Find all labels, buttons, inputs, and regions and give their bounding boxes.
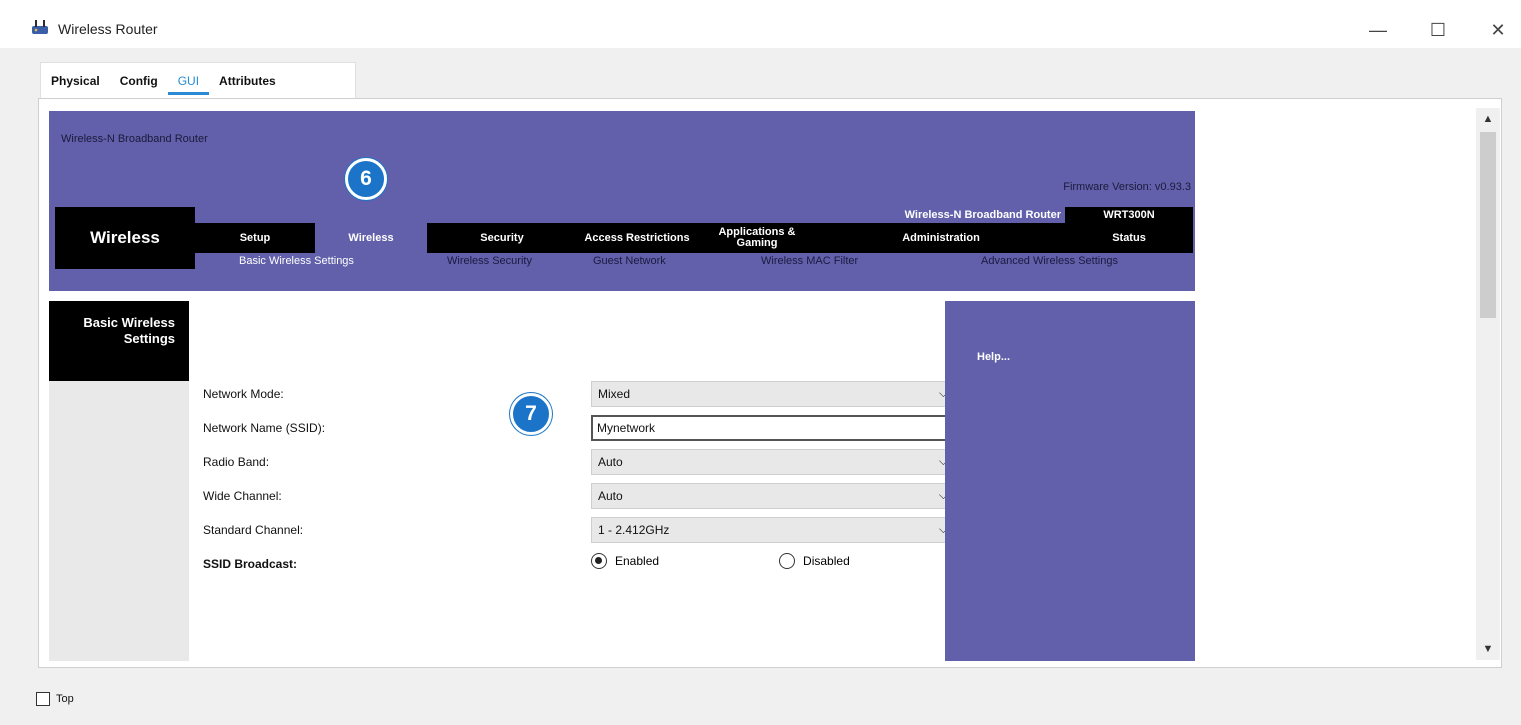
network-mode-select[interactable]: Mixed ⌵ xyxy=(591,381,957,407)
top-checkbox-control[interactable]: Top xyxy=(36,692,74,706)
submenu-basic-wireless-settings[interactable]: Basic Wireless Settings xyxy=(239,253,354,269)
top-checkbox-label: Top xyxy=(56,693,74,705)
wide-channel-select[interactable]: Auto ⌵ xyxy=(591,483,957,509)
network-mode-label: Network Mode: xyxy=(203,387,284,401)
ssid-row: Network Name (SSID): xyxy=(203,413,957,443)
tab-attributes[interactable]: Attributes xyxy=(209,63,286,99)
minimize-icon: — xyxy=(1369,19,1387,40)
title-bar: Wireless Router — ☐ ✕ xyxy=(0,0,1521,48)
ssid-input[interactable] xyxy=(591,415,957,441)
radio-band-select[interactable]: Auto ⌵ xyxy=(591,449,957,475)
menu-security[interactable]: Security xyxy=(427,223,577,253)
tab-gui[interactable]: GUI xyxy=(167,63,210,99)
submenu-wireless-security[interactable]: Wireless Security xyxy=(447,253,532,269)
wide-channel-value: Auto xyxy=(598,489,623,503)
scroll-down-icon[interactable]: ▼ xyxy=(1476,638,1500,660)
maximize-button[interactable]: ☐ xyxy=(1418,14,1458,46)
tab-physical[interactable]: Physical xyxy=(41,63,110,99)
router-app-icon xyxy=(32,20,48,34)
help-link[interactable]: Help... xyxy=(977,351,1010,363)
standard-channel-select[interactable]: 1 - 2.412GHz ⌵ xyxy=(591,517,957,543)
radio-band-value: Auto xyxy=(598,455,623,469)
step-6-callout: 6 xyxy=(345,158,387,200)
product-name: Wireless-N Broadband Router xyxy=(904,209,1061,221)
top-checkbox[interactable] xyxy=(36,692,50,706)
menu-status[interactable]: Status xyxy=(1065,223,1193,253)
menu-wireless[interactable]: Wireless xyxy=(315,223,427,253)
help-panel: Help... xyxy=(945,301,1195,661)
submenu-strip: Basic Wireless Settings Wireless Securit… xyxy=(195,253,1193,269)
ssid-broadcast-disabled-radio[interactable] xyxy=(779,553,796,569)
ssid-broadcast-row: SSID Broadcast: Enabled Disabled xyxy=(203,549,943,579)
router-web-page: Wireless-N Broadband Router Firmware Ver… xyxy=(49,111,1195,661)
side-title: Basic Wireless Settings xyxy=(49,301,189,381)
product-strip: Wireless-N Broadband Router xyxy=(195,207,1065,223)
radio-band-row: Radio Band: Auto ⌵ xyxy=(203,447,957,477)
standard-channel-label: Standard Channel: xyxy=(203,523,304,537)
vertical-scrollbar[interactable]: ▲ ▼ xyxy=(1476,108,1500,660)
enabled-label: Enabled xyxy=(615,554,660,568)
ssid-broadcast-label: SSID Broadcast: xyxy=(203,557,298,571)
ssid-label: Network Name (SSID): xyxy=(203,421,326,435)
menu-administration[interactable]: Administration xyxy=(817,223,1065,253)
wide-channel-label: Wide Channel: xyxy=(203,489,282,503)
network-mode-row: Network Mode: Mixed ⌵ xyxy=(203,379,957,409)
window-title: Wireless Router xyxy=(58,21,158,37)
ssid-broadcast-radio-group: Enabled Disabled xyxy=(591,553,850,569)
network-mode-value: Mixed xyxy=(598,387,631,401)
submenu-wireless-mac-filter[interactable]: Wireless MAC Filter xyxy=(761,253,858,269)
maximize-icon: ☐ xyxy=(1429,19,1447,40)
scroll-up-icon[interactable]: ▲ xyxy=(1476,108,1500,130)
step-7-callout: 7 xyxy=(510,393,552,435)
close-icon: ✕ xyxy=(1490,19,1506,40)
wireless-router-window: Wireless Router — ☐ ✕ Physical Config GU… xyxy=(0,0,1521,725)
gui-content-area: Wireless-N Broadband Router Firmware Ver… xyxy=(38,98,1502,668)
side-panel xyxy=(49,381,189,661)
ssid-broadcast-enabled-radio[interactable] xyxy=(591,553,607,569)
router-banner: Wireless-N Broadband Router Firmware Ver… xyxy=(49,111,1195,291)
bottom-bar: Top xyxy=(0,668,1521,725)
standard-channel-value: 1 - 2.412GHz xyxy=(598,523,670,537)
disabled-label: Disabled xyxy=(803,554,850,568)
submenu-guest-network[interactable]: Guest Network xyxy=(593,253,666,269)
submenu-advanced-wireless-settings[interactable]: Advanced Wireless Settings xyxy=(981,253,1118,269)
model-name: WRT300N xyxy=(1103,209,1155,221)
radio-band-label: Radio Band: xyxy=(203,455,270,469)
standard-channel-row: Standard Channel: 1 - 2.412GHz ⌵ xyxy=(203,515,957,545)
minimize-button[interactable]: — xyxy=(1358,14,1398,46)
tab-config[interactable]: Config xyxy=(110,63,168,99)
menu-access-restrictions[interactable]: Access Restrictions xyxy=(577,223,697,253)
router-nav-bar: Wireless Wireless-N Broadband Router WRT… xyxy=(55,207,1193,269)
tab-bar: Physical Config GUI Attributes xyxy=(40,62,356,98)
section-title: Wireless xyxy=(90,228,160,247)
banner-title: Wireless-N Broadband Router xyxy=(61,133,208,145)
scroll-thumb[interactable] xyxy=(1480,132,1496,318)
close-button[interactable]: ✕ xyxy=(1478,14,1518,46)
firmware-version: Firmware Version: v0.93.3 xyxy=(1063,181,1191,193)
wide-channel-row: Wide Channel: Auto ⌵ xyxy=(203,481,957,511)
menu-setup[interactable]: Setup xyxy=(195,223,315,253)
menu-applications-gaming[interactable]: Applications & Gaming xyxy=(697,223,817,253)
basic-wireless-form: Network Mode: Mixed ⌵ Network Name (SSID… xyxy=(189,301,957,661)
